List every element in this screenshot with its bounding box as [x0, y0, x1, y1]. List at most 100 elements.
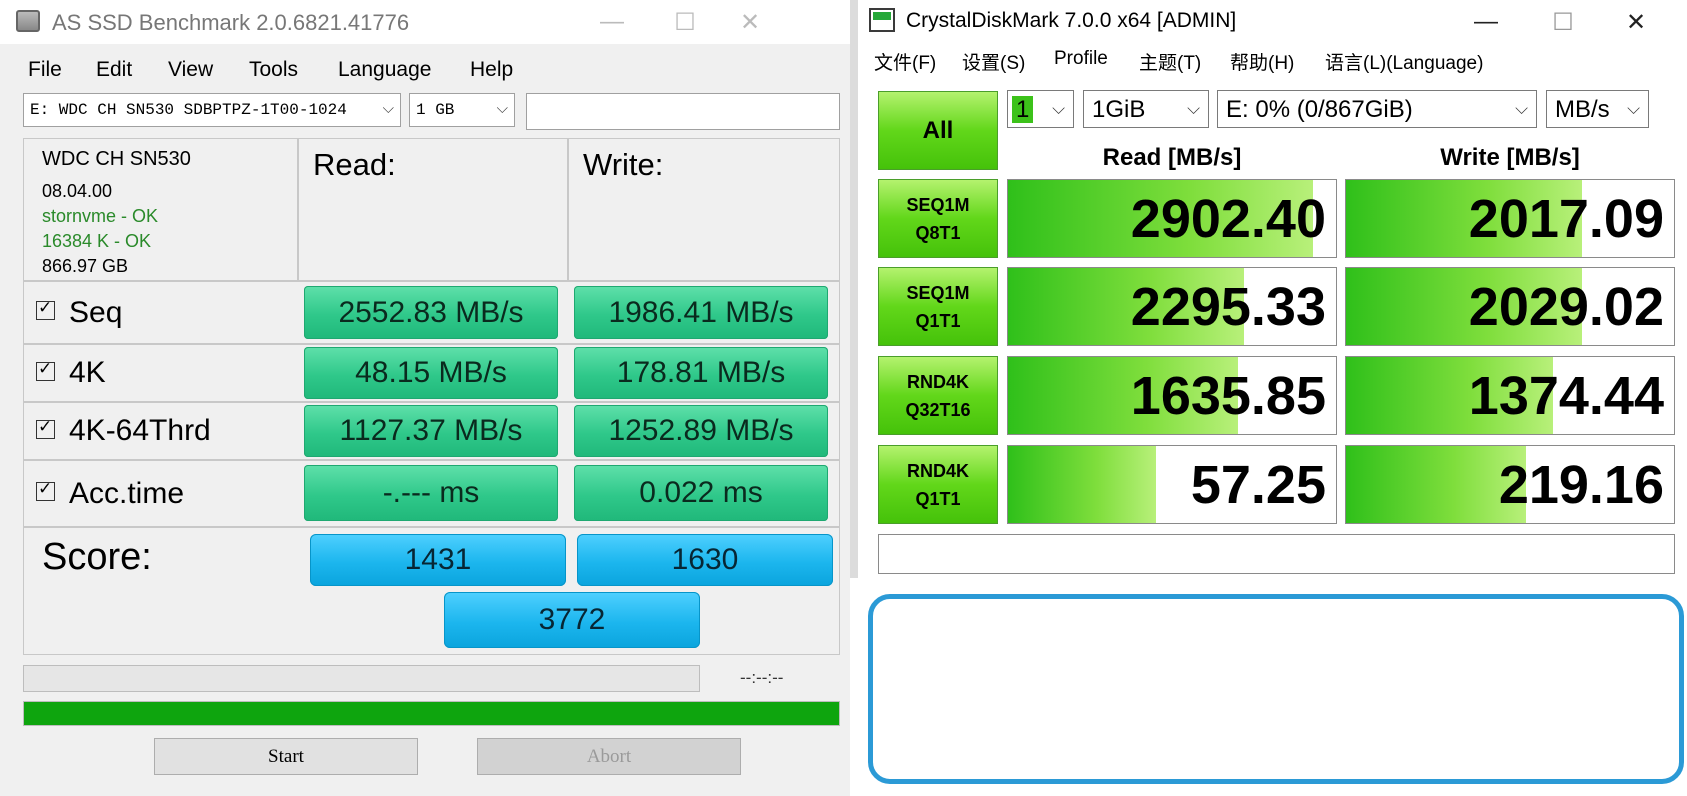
- test-params: Q1T1: [915, 310, 961, 331]
- checkbox-4k[interactable]: 4K: [36, 345, 106, 401]
- score-write: 1630: [577, 534, 833, 586]
- chevron-down-icon: ⌵: [1187, 99, 1200, 119]
- write-column-header: Write [MB/s]: [1440, 144, 1580, 171]
- size-select-value: 1 GB: [416, 101, 455, 119]
- drive-select[interactable]: E: 0% (0/867GiB) ⌵: [1217, 90, 1537, 128]
- comment-input[interactable]: [878, 534, 1675, 574]
- overall-progress-fill: [24, 702, 839, 725]
- seq-read-result: 2552.83 MB/s: [304, 286, 558, 339]
- test-progress-bar: [23, 665, 700, 692]
- menu-profile[interactable]: Profile: [1054, 48, 1108, 70]
- score-read: 1431: [310, 534, 566, 586]
- driver-status: stornvme - OK: [42, 206, 159, 226]
- read-result-value: 2295.33: [1130, 276, 1326, 337]
- maximize-icon[interactable]: ☐: [665, 8, 705, 37]
- score-total: 3772: [444, 592, 700, 648]
- menu-help[interactable]: Help: [470, 58, 513, 82]
- window-divider: [850, 0, 858, 578]
- crystaldiskmark-icon: [869, 8, 895, 32]
- menu-help[interactable]: 帮助(H): [1230, 48, 1294, 75]
- read-result-value: 1635.85: [1130, 365, 1326, 426]
- checkbox-4k-64thrd[interactable]: 4K-64Thrd: [36, 403, 211, 459]
- menu-language[interactable]: Language: [338, 58, 431, 82]
- menu-theme[interactable]: 主题(T): [1139, 48, 1201, 75]
- as-ssd-window: AS SSD Benchmark 2.0.6821.41776 — ☐ ✕ Fi…: [0, 0, 850, 796]
- drive-info-panel: WDC CH SN530 08.04.00 stornvme - OK 1638…: [23, 138, 298, 281]
- read-result-cell: 57.25: [1007, 445, 1337, 524]
- close-icon[interactable]: ✕: [1616, 8, 1656, 37]
- maximize-icon[interactable]: ☐: [1543, 8, 1583, 37]
- test-name: RND4K: [906, 460, 969, 481]
- test-button-seq1m-q1t1[interactable]: SEQ1M Q1T1: [878, 267, 998, 346]
- minimize-icon[interactable]: —: [592, 8, 632, 36]
- menu-settings[interactable]: 设置(S): [962, 48, 1025, 75]
- minimize-icon[interactable]: —: [1466, 8, 1506, 36]
- chevron-down-icon: ⌵: [1627, 99, 1640, 119]
- unit-select[interactable]: MB/s ⌵: [1546, 90, 1649, 128]
- menu-tools[interactable]: Tools: [249, 58, 298, 82]
- count-select[interactable]: 1 ⌵: [1007, 90, 1074, 128]
- write-result-value: 2029.02: [1468, 276, 1664, 337]
- write-header-panel: Write:: [568, 138, 840, 281]
- read-result-value: 57.25: [1190, 454, 1326, 515]
- checkbox-acc-time[interactable]: Acc.time: [36, 461, 184, 526]
- row-4k: 4K 48.15 MB/s 178.81 MB/s: [23, 344, 840, 402]
- test-button-rnd4k-q32t16[interactable]: RND4K Q32T16: [878, 356, 998, 435]
- test-params: Q32T16: [905, 399, 971, 420]
- title-bar: AS SSD Benchmark 2.0.6821.41776 — ☐ ✕: [0, 0, 850, 44]
- write-result-value: 1374.44: [1468, 365, 1664, 426]
- row-label: Acc.time: [69, 476, 185, 510]
- 4k-read-result: 48.15 MB/s: [304, 347, 558, 399]
- write-header: Write:: [583, 147, 664, 182]
- checkbox-icon: [36, 298, 55, 320]
- drive-model: WDC CH SN530: [42, 148, 191, 170]
- test-button-seq1m-q8t1[interactable]: SEQ1M Q8T1: [878, 179, 998, 258]
- row-label: 4K: [69, 356, 106, 389]
- test-name: RND4K: [906, 371, 969, 392]
- crystaldiskmark-window: CrystalDiskMark 7.0.0 x64 [ADMIN] — ☐ ✕ …: [858, 0, 1687, 578]
- checkbox-seq[interactable]: Seq: [36, 282, 122, 343]
- menu-edit[interactable]: Edit: [96, 58, 132, 82]
- checkbox-icon: [36, 359, 55, 381]
- read-header: Read:: [313, 147, 396, 182]
- close-icon[interactable]: ✕: [730, 8, 770, 37]
- window-title: CrystalDiskMark 7.0.0 x64 [ADMIN]: [906, 9, 1237, 32]
- window-title: AS SSD Benchmark 2.0.6821.41776: [52, 10, 410, 35]
- elapsed-time: --:--:--: [740, 668, 784, 687]
- size-select[interactable]: 1GiB ⌵: [1083, 90, 1209, 128]
- chevron-down-icon: ⌵: [1052, 99, 1065, 119]
- unit-select-value: MB/s: [1555, 96, 1610, 123]
- test-name: SEQ1M: [906, 194, 970, 215]
- drive-select[interactable]: E: WDC CH SN530 SDBPTPZ-1T00-1024 ⌵: [23, 93, 401, 127]
- menu-file[interactable]: File: [28, 58, 62, 82]
- menu-file[interactable]: 文件(F): [874, 48, 936, 75]
- test-button-rnd4k-q1t1[interactable]: RND4K Q1T1: [878, 445, 998, 524]
- score-panel: Score: 1431 1630 3772: [23, 527, 840, 655]
- write-result-value: 219.16: [1498, 454, 1664, 515]
- menu-bar: File Edit View Tools Language Help: [0, 54, 850, 90]
- disk-icon: [16, 10, 40, 32]
- read-result-cell: 2902.40: [1007, 179, 1337, 258]
- count-select-value: 1: [1012, 96, 1034, 123]
- acc-write-result: 0.022 ms: [574, 465, 828, 521]
- path-input[interactable]: [526, 93, 840, 130]
- menu-language[interactable]: 语言(L)(Language): [1325, 48, 1483, 75]
- row-acc-time: Acc.time -.--- ms 0.022 ms: [23, 460, 840, 527]
- read-result-cell: 1635.85: [1007, 356, 1337, 435]
- start-button[interactable]: Start: [154, 738, 418, 775]
- alignment-status: 16384 K - OK: [42, 231, 152, 251]
- all-button[interactable]: All: [878, 91, 998, 170]
- drive-capacity: 866.97 GB: [42, 256, 129, 276]
- 4k64-write-result: 1252.89 MB/s: [574, 405, 828, 457]
- read-result-cell: 2295.33: [1007, 267, 1337, 346]
- chevron-down-icon: ⌵: [496, 99, 508, 117]
- size-select[interactable]: 1 GB ⌵: [409, 93, 515, 127]
- test-params: Q1T1: [915, 488, 961, 509]
- menu-view[interactable]: View: [168, 58, 213, 82]
- abort-button[interactable]: Abort: [477, 738, 741, 775]
- drive-select-value: E: WDC CH SN530 SDBPTPZ-1T00-1024: [30, 101, 347, 119]
- size-select-value: 1GiB: [1092, 96, 1146, 123]
- checkbox-icon: [36, 417, 55, 439]
- drive-firmware: 08.04.00: [42, 181, 113, 201]
- write-result-cell: 2017.09: [1345, 179, 1675, 258]
